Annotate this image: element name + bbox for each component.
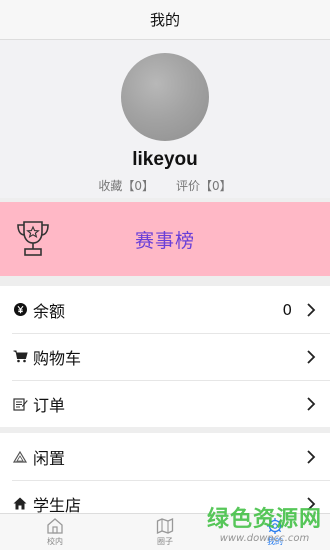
chevron-right-icon bbox=[307, 396, 316, 411]
map-icon bbox=[156, 517, 174, 535]
favorites-count[interactable]: 收藏【0】 bbox=[98, 177, 154, 194]
chevron-right-icon bbox=[307, 496, 316, 511]
username: likeyou bbox=[132, 149, 198, 170]
profile-page: 我的 likeyou 收藏【0】 评价【0】 赛事榜 余额 0 购物车 订单 闲… bbox=[0, 0, 330, 550]
cart-label: 购物车 bbox=[33, 348, 82, 368]
trophy-icon bbox=[17, 221, 49, 256]
student-shop-label: 学生店 bbox=[33, 495, 82, 515]
balance-value: 0 bbox=[282, 300, 292, 319]
campus-icon bbox=[47, 518, 63, 534]
idle-items-label: 闲置 bbox=[33, 448, 66, 468]
avatar[interactable] bbox=[121, 53, 209, 141]
cart-icon bbox=[12, 349, 28, 365]
balance-row[interactable]: 余额 0 bbox=[0, 286, 330, 333]
profile-header: likeyou 收藏【0】 评价【0】 bbox=[0, 40, 330, 198]
profile-stats: 收藏【0】 评价【0】 bbox=[98, 177, 231, 194]
tab-circle[interactable]: 圈子 bbox=[110, 514, 220, 550]
bottom-tab-bar: 校内 圈子 我的 bbox=[0, 513, 330, 550]
tab-campus-label: 校内 bbox=[47, 537, 63, 546]
page-title: 我的 bbox=[149, 11, 180, 29]
tab-circle-label: 圈子 bbox=[157, 537, 173, 546]
top-bar: 我的 bbox=[0, 0, 330, 40]
orders-row[interactable]: 订单 bbox=[0, 380, 330, 427]
leaderboard-title: 赛事榜 bbox=[134, 229, 195, 252]
reviews-count[interactable]: 评价【0】 bbox=[176, 177, 232, 194]
chevron-right-icon bbox=[307, 349, 316, 364]
orders-label: 订单 bbox=[33, 395, 66, 415]
tab-campus[interactable]: 校内 bbox=[0, 514, 110, 550]
cart-row[interactable]: 购物车 bbox=[0, 333, 330, 380]
tab-mine-label: 我的 bbox=[267, 537, 283, 546]
gear-icon bbox=[267, 518, 283, 534]
triangle-icon bbox=[12, 449, 28, 465]
order-icon bbox=[12, 396, 28, 412]
home-icon bbox=[12, 496, 28, 512]
chevron-right-icon bbox=[307, 302, 316, 317]
account-menu: 余额 0 购物车 订单 bbox=[0, 286, 330, 427]
balance-label: 余额 bbox=[33, 301, 66, 321]
tab-mine[interactable]: 我的 bbox=[220, 514, 330, 550]
chevron-right-icon bbox=[307, 449, 316, 464]
idle-items-row[interactable]: 闲置 bbox=[0, 433, 330, 480]
yen-icon bbox=[12, 302, 28, 318]
leaderboard-banner[interactable]: 赛事榜 bbox=[0, 202, 330, 276]
